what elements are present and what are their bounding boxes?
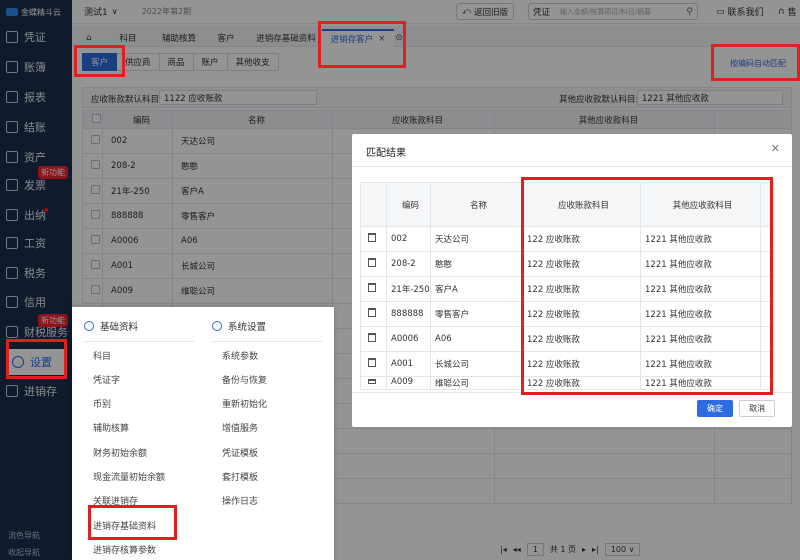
highlight-box-subtab <box>74 45 125 77</box>
delete-cell[interactable] <box>360 326 387 352</box>
cancel-button[interactable]: 取消 <box>739 400 775 417</box>
menu-item-inventory-params[interactable]: 进销存核算参数 <box>93 543 156 556</box>
cell-name: 憨憨 <box>430 251 523 277</box>
menu-item-reinitialize[interactable]: 重新初始化 <box>222 397 267 410</box>
cell-code: 888888 <box>386 301 431 327</box>
dialog-title: 匹配结果 <box>366 148 406 159</box>
menu-item-aux-accounting[interactable]: 辅助核算 <box>93 421 129 434</box>
delete-icon[interactable] <box>368 308 376 317</box>
cell-code: A009 <box>386 376 431 390</box>
system-settings-heading: 系统设置 <box>212 319 266 333</box>
delete-cell[interactable] <box>360 251 387 277</box>
delete-cell[interactable] <box>360 276 387 302</box>
menu-item-backup-restore[interactable]: 备份与恢复 <box>222 373 267 386</box>
confirm-button[interactable]: 确定 <box>697 400 733 417</box>
cell-name: 天达公司 <box>430 226 523 252</box>
layers-icon <box>212 321 222 331</box>
divider <box>84 341 194 342</box>
highlight-box-inventory-basic <box>88 505 177 540</box>
menu-item-voucher-template[interactable]: 凭证模板 <box>222 446 258 459</box>
cell-code: A0006 <box>386 326 431 352</box>
cell-code: 21年-250 <box>386 276 431 302</box>
cell-code: 002 <box>386 226 431 252</box>
menu-item-currency[interactable]: 币别 <box>93 397 111 410</box>
close-icon[interactable]: ✕ <box>771 142 780 155</box>
delete-icon[interactable] <box>368 283 376 292</box>
delete-icon[interactable] <box>368 233 376 242</box>
menu-item-cashflow-opening[interactable]: 现金流量初始余额 <box>93 470 165 483</box>
cell-name: 维聪公司 <box>430 376 523 390</box>
highlight-box-accounts <box>521 177 773 395</box>
col-code: 编码 <box>386 182 431 227</box>
highlight-box-settings <box>6 339 67 379</box>
menu-item-operation-log[interactable]: 操作日志 <box>222 494 258 507</box>
basic-data-icon <box>84 321 94 331</box>
divider <box>352 166 792 167</box>
highlight-box-tab <box>318 21 406 68</box>
delete-cell[interactable] <box>360 301 387 327</box>
col-action <box>360 182 387 227</box>
cell-name: A06 <box>430 326 523 352</box>
delete-cell[interactable] <box>360 351 387 377</box>
highlight-box-auto-match <box>711 44 800 81</box>
cell-name: 零售客户 <box>430 301 523 327</box>
delete-icon[interactable] <box>368 333 376 342</box>
menu-item-system-params[interactable]: 系统参数 <box>222 349 258 362</box>
system-settings-title: 系统设置 <box>228 322 267 333</box>
menu-item-value-added[interactable]: 增值服务 <box>222 421 258 434</box>
menu-item-financial-opening[interactable]: 财务初始余额 <box>93 446 147 459</box>
app-root: 金蝶精斗云 凭证 账簿 报表 结账 资产 发票 新功能 出纳 工资 税务 信用 … <box>0 0 800 560</box>
cell-code: 208-2 <box>386 251 431 277</box>
cell-name: 长城公司 <box>430 351 523 377</box>
delete-cell[interactable] <box>360 226 387 252</box>
menu-item-voucher-word[interactable]: 凭证字 <box>93 373 120 386</box>
basic-data-heading: 基础资料 <box>84 319 138 333</box>
delete-cell[interactable] <box>360 376 387 390</box>
divider <box>212 341 322 342</box>
col-name: 名称 <box>430 182 523 227</box>
menu-item-account[interactable]: 科目 <box>93 349 111 362</box>
basic-data-title: 基础资料 <box>100 322 139 333</box>
cell-code: A001 <box>386 351 431 377</box>
menu-item-print-template[interactable]: 套打模板 <box>222 470 258 483</box>
delete-icon[interactable] <box>368 379 376 384</box>
cell-name: 客户A <box>430 276 523 302</box>
delete-icon[interactable] <box>368 258 376 267</box>
delete-icon[interactable] <box>368 358 376 367</box>
